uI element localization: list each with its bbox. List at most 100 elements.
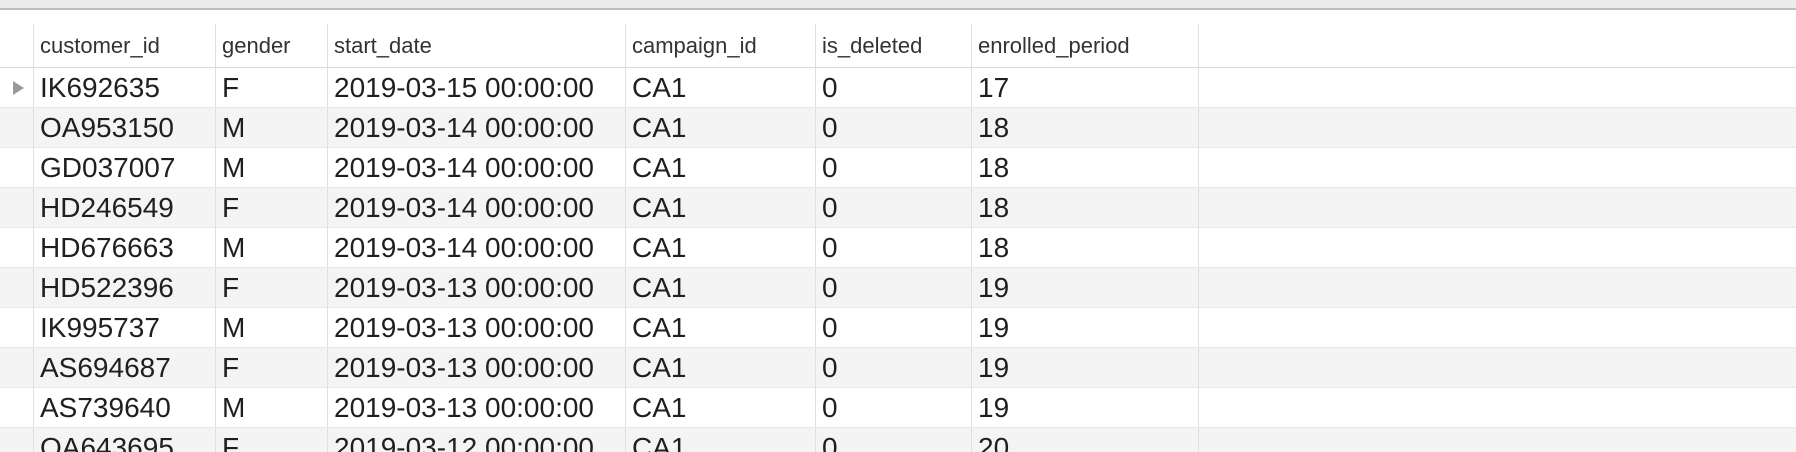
cell-enrolled-period[interactable]: 19 — [972, 348, 1199, 387]
table-row[interactable]: IK692635 F 2019-03-15 00:00:00 CA1 0 17 — [0, 68, 1796, 108]
cell-start-date[interactable]: 2019-03-14 00:00:00 — [328, 108, 626, 147]
row-gutter[interactable] — [0, 428, 34, 452]
current-row-arrow-icon — [13, 80, 24, 95]
cell-is-deleted[interactable]: 0 — [816, 68, 972, 107]
cell-gender[interactable]: M — [216, 228, 328, 267]
cell-is-deleted[interactable]: 0 — [816, 348, 972, 387]
row-filler — [1199, 108, 1796, 147]
column-header-start-date[interactable]: start_date — [328, 24, 626, 67]
cell-campaign-id[interactable]: CA1 — [626, 388, 816, 427]
row-gutter[interactable] — [0, 108, 34, 147]
table-row[interactable]: AS739640 M 2019-03-13 00:00:00 CA1 0 19 — [0, 388, 1796, 428]
column-header-customer-id[interactable]: customer_id — [34, 24, 216, 67]
cell-start-date[interactable]: 2019-03-15 00:00:00 — [328, 68, 626, 107]
row-filler — [1199, 348, 1796, 387]
cell-start-date[interactable]: 2019-03-12 00:00:00 — [328, 428, 626, 452]
cell-start-date[interactable]: 2019-03-14 00:00:00 — [328, 148, 626, 187]
cell-enrolled-period[interactable]: 17 — [972, 68, 1199, 107]
cell-is-deleted[interactable]: 0 — [816, 228, 972, 267]
cell-campaign-id[interactable]: CA1 — [626, 148, 816, 187]
column-header-is-deleted[interactable]: is_deleted — [816, 24, 972, 67]
cell-is-deleted[interactable]: 0 — [816, 108, 972, 147]
cell-campaign-id[interactable]: CA1 — [626, 428, 816, 452]
result-grid[interactable]: customer_id gender start_date campaign_i… — [0, 12, 1796, 452]
cell-gender[interactable]: F — [216, 268, 328, 307]
cell-is-deleted[interactable]: 0 — [816, 388, 972, 427]
cell-customer-id[interactable]: OA643695 — [34, 428, 216, 452]
cell-is-deleted[interactable]: 0 — [816, 188, 972, 227]
cell-start-date[interactable]: 2019-03-13 00:00:00 — [328, 308, 626, 347]
cell-enrolled-period[interactable]: 19 — [972, 268, 1199, 307]
table-row[interactable]: HD246549 F 2019-03-14 00:00:00 CA1 0 18 — [0, 188, 1796, 228]
cell-customer-id[interactable]: HD522396 — [34, 268, 216, 307]
cell-is-deleted[interactable]: 0 — [816, 428, 972, 452]
cell-gender[interactable]: F — [216, 188, 328, 227]
table-header-row: customer_id gender start_date campaign_i… — [0, 24, 1796, 68]
row-gutter[interactable] — [0, 148, 34, 187]
cell-campaign-id[interactable]: CA1 — [626, 108, 816, 147]
row-gutter[interactable] — [0, 348, 34, 387]
row-filler — [1199, 228, 1796, 267]
row-gutter[interactable] — [0, 268, 34, 307]
cell-gender[interactable]: F — [216, 428, 328, 452]
cell-customer-id[interactable]: IK692635 — [34, 68, 216, 107]
cell-enrolled-period[interactable]: 19 — [972, 388, 1199, 427]
cell-start-date[interactable]: 2019-03-14 00:00:00 — [328, 188, 626, 227]
cell-customer-id[interactable]: IK995737 — [34, 308, 216, 347]
cell-start-date[interactable]: 2019-03-13 00:00:00 — [328, 268, 626, 307]
cell-campaign-id[interactable]: CA1 — [626, 188, 816, 227]
row-gutter[interactable] — [0, 68, 34, 107]
table-row[interactable]: IK995737 M 2019-03-13 00:00:00 CA1 0 19 — [0, 308, 1796, 348]
cell-is-deleted[interactable]: 0 — [816, 148, 972, 187]
row-filler — [1199, 148, 1796, 187]
header-row-gutter — [0, 24, 34, 67]
cell-gender[interactable]: M — [216, 388, 328, 427]
table-row[interactable]: AS694687 F 2019-03-13 00:00:00 CA1 0 19 — [0, 348, 1796, 388]
row-gutter[interactable] — [0, 308, 34, 347]
row-gutter[interactable] — [0, 188, 34, 227]
cell-campaign-id[interactable]: CA1 — [626, 268, 816, 307]
cell-gender[interactable]: F — [216, 348, 328, 387]
cell-customer-id[interactable]: AS694687 — [34, 348, 216, 387]
cell-is-deleted[interactable]: 0 — [816, 268, 972, 307]
column-header-filler — [1199, 24, 1796, 67]
cell-customer-id[interactable]: HD246549 — [34, 188, 216, 227]
cell-gender[interactable]: F — [216, 68, 328, 107]
cell-customer-id[interactable]: GD037007 — [34, 148, 216, 187]
cell-campaign-id[interactable]: CA1 — [626, 228, 816, 267]
cell-enrolled-period[interactable]: 20 — [972, 428, 1199, 452]
row-filler — [1199, 68, 1796, 107]
table-row[interactable]: GD037007 M 2019-03-14 00:00:00 CA1 0 18 — [0, 148, 1796, 188]
cell-customer-id[interactable]: HD676663 — [34, 228, 216, 267]
row-gutter[interactable] — [0, 228, 34, 267]
cell-enrolled-period[interactable]: 18 — [972, 228, 1199, 267]
column-header-campaign-id[interactable]: campaign_id — [626, 24, 816, 67]
window-top-edge — [0, 0, 1796, 10]
cell-customer-id[interactable]: AS739640 — [34, 388, 216, 427]
row-filler — [1199, 268, 1796, 307]
cell-customer-id[interactable]: OA953150 — [34, 108, 216, 147]
cell-gender[interactable]: M — [216, 148, 328, 187]
cell-campaign-id[interactable]: CA1 — [626, 348, 816, 387]
row-filler — [1199, 428, 1796, 452]
cell-campaign-id[interactable]: CA1 — [626, 308, 816, 347]
table-row[interactable]: OA643695 F 2019-03-12 00:00:00 CA1 0 20 — [0, 428, 1796, 452]
table-row[interactable]: HD676663 M 2019-03-14 00:00:00 CA1 0 18 — [0, 228, 1796, 268]
table-row[interactable]: OA953150 M 2019-03-14 00:00:00 CA1 0 18 — [0, 108, 1796, 148]
cell-enrolled-period[interactable]: 19 — [972, 308, 1199, 347]
cell-gender[interactable]: M — [216, 308, 328, 347]
cell-start-date[interactable]: 2019-03-14 00:00:00 — [328, 228, 626, 267]
cell-enrolled-period[interactable]: 18 — [972, 108, 1199, 147]
table-row[interactable]: HD522396 F 2019-03-13 00:00:00 CA1 0 19 — [0, 268, 1796, 308]
cell-gender[interactable]: M — [216, 108, 328, 147]
row-gutter[interactable] — [0, 388, 34, 427]
column-header-enrolled-period[interactable]: enrolled_period — [972, 24, 1199, 67]
cell-start-date[interactable]: 2019-03-13 00:00:00 — [328, 388, 626, 427]
cell-campaign-id[interactable]: CA1 — [626, 68, 816, 107]
cell-start-date[interactable]: 2019-03-13 00:00:00 — [328, 348, 626, 387]
row-filler — [1199, 188, 1796, 227]
cell-enrolled-period[interactable]: 18 — [972, 188, 1199, 227]
column-header-gender[interactable]: gender — [216, 24, 328, 67]
cell-enrolled-period[interactable]: 18 — [972, 148, 1199, 187]
cell-is-deleted[interactable]: 0 — [816, 308, 972, 347]
